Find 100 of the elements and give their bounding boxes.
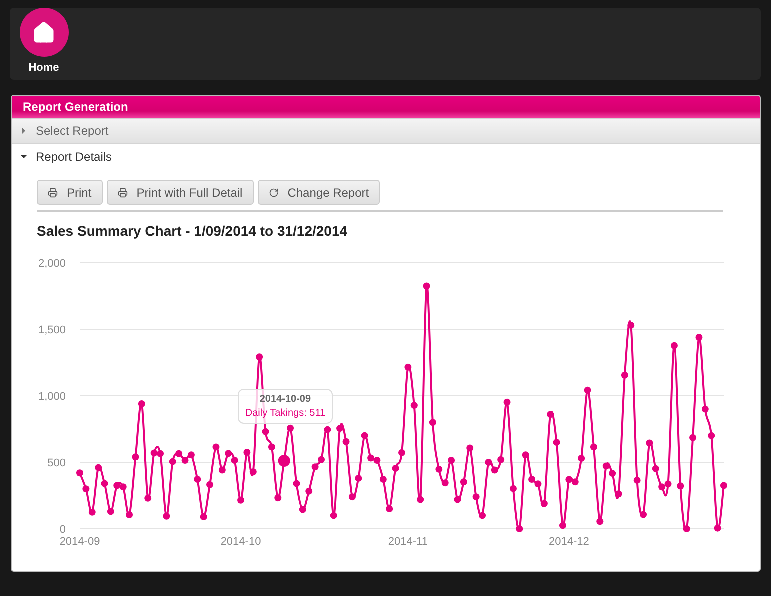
print-button[interactable]: Print [37,180,103,205]
data-point[interactable] [163,512,170,520]
data-point[interactable] [677,482,684,490]
data-point[interactable] [528,476,536,484]
data-point[interactable] [82,486,90,493]
data-point[interactable] [398,449,406,456]
data-point[interactable] [516,526,524,532]
data-point[interactable] [590,444,598,451]
data-point[interactable] [615,490,622,498]
data-point[interactable] [386,506,394,513]
data-point[interactable] [287,424,294,432]
data-point[interactable] [244,449,251,456]
data-point[interactable] [540,500,548,508]
data-point[interactable] [628,322,635,329]
data-point[interactable] [404,364,412,371]
data-point[interactable] [602,462,610,470]
data-point[interactable] [120,484,127,491]
data-point[interactable] [194,476,202,484]
data-point[interactable] [76,470,84,477]
data-point[interactable] [312,464,319,471]
data-point[interactable] [696,334,703,341]
data-point[interactable] [293,480,300,488]
data-point[interactable] [392,464,400,472]
data-point[interactable] [498,456,505,464]
data-point[interactable] [206,481,214,488]
data-point[interactable] [132,454,140,461]
print-button[interactable]: Print with Full Detail [106,180,254,205]
data-point[interactable] [578,455,586,462]
data-point[interactable] [150,450,158,457]
data-point[interactable] [534,480,542,488]
data-point[interactable] [720,482,728,490]
data-point[interactable] [157,450,164,458]
data-point[interactable] [472,494,480,501]
data-point[interactable] [690,434,697,442]
data-point[interactable] [640,511,647,518]
data-point[interactable] [466,444,474,452]
data-point[interactable] [702,406,709,413]
data-point[interactable] [510,485,517,492]
data-point[interactable] [169,458,176,466]
data-point[interactable] [336,425,344,432]
data-point[interactable] [176,450,183,458]
data-point[interactable] [442,480,449,487]
data-point[interactable] [553,439,560,446]
data-point[interactable] [652,465,660,472]
data-point[interactable] [231,457,238,464]
data-point[interactable] [107,508,114,516]
data-point[interactable] [342,438,350,446]
data-point[interactable] [609,470,616,478]
data-point[interactable] [448,457,456,464]
data-point[interactable] [670,342,678,350]
data-point[interactable] [88,508,96,516]
change-report-button[interactable]: Change Report [258,180,380,205]
data-point[interactable] [274,494,282,502]
data-point[interactable] [182,457,189,464]
data-point[interactable] [238,496,244,504]
data-point[interactable] [429,419,436,426]
data-point[interactable] [596,518,604,526]
data-point[interactable] [380,476,387,484]
data-point[interactable] [621,372,628,379]
data-point[interactable] [714,524,722,532]
data-point[interactable] [664,480,672,488]
data-point[interactable] [423,282,430,290]
data-point[interactable] [299,506,306,514]
data-point[interactable] [262,428,270,436]
data-point[interactable] [374,457,381,464]
data-point[interactable] [708,432,716,440]
data-point[interactable] [368,454,375,462]
data-point[interactable] [218,466,226,474]
data-point[interactable] [417,496,424,504]
data-point[interactable] [566,476,573,484]
data-point[interactable] [330,512,338,520]
data-point[interactable] [318,456,325,464]
data-point[interactable] [256,354,264,361]
data-point[interactable] [504,398,511,406]
data-point[interactable] [460,478,468,486]
data-point[interactable] [683,526,690,532]
data-point[interactable] [454,496,462,504]
data-point[interactable] [361,432,368,440]
data-point[interactable] [522,452,530,459]
data-point[interactable] [572,478,579,486]
data-point[interactable] [658,484,666,491]
data-point[interactable] [485,459,492,466]
data-point[interactable] [225,450,232,458]
data-point[interactable] [212,444,220,451]
data-point[interactable] [250,468,257,476]
data-point[interactable] [324,426,332,434]
data-point[interactable] [436,466,443,473]
data-point[interactable] [547,411,554,418]
data-point[interactable] [95,464,102,472]
data-point[interactable] [560,522,566,530]
data-point[interactable] [278,455,290,468]
data-point[interactable] [144,494,152,502]
data-point[interactable] [584,386,592,394]
data-point[interactable] [126,512,134,519]
data-point[interactable] [355,474,362,482]
data-point[interactable] [101,480,108,488]
data-point[interactable] [646,440,654,447]
data-point[interactable] [306,488,313,495]
data-point[interactable] [491,466,498,474]
data-point[interactable] [348,494,356,501]
